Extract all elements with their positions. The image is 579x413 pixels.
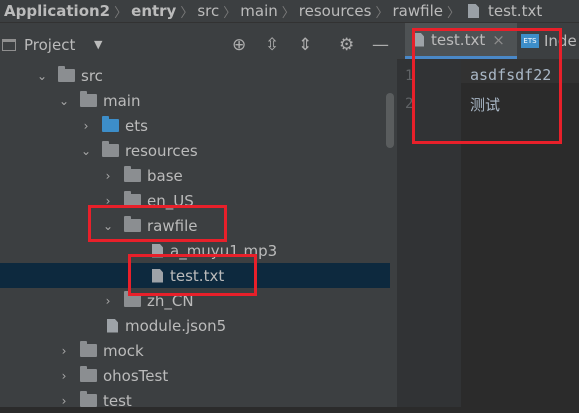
folder-icon (102, 141, 119, 157)
breadcrumb-separator: 〉 (446, 5, 460, 21)
tree-item-src[interactable]: ⌄ src (0, 63, 426, 88)
project-icon (2, 39, 16, 51)
chevron-down-icon[interactable]: ▼ (94, 38, 102, 51)
tree-item-ohostest[interactable]: › ohosTest (0, 363, 448, 388)
breadcrumb-separator: 〉 (281, 5, 295, 21)
folder-icon (124, 166, 141, 182)
json-file-icon (107, 318, 118, 333)
folder-icon (80, 341, 97, 357)
breadcrumb-item[interactable]: rawfile (389, 2, 447, 20)
minimize-icon[interactable]: — (372, 35, 389, 55)
tree-item-label: ohosTest (103, 366, 169, 385)
folder-icon (80, 366, 97, 382)
breadcrumb-item[interactable]: entry (127, 2, 180, 20)
source-folder-icon (102, 116, 119, 132)
chevron-right-icon[interactable]: › (102, 294, 114, 308)
folder-icon (58, 66, 75, 82)
chevron-down-icon[interactable]: ⌄ (36, 69, 48, 83)
chevron-right-icon[interactable]: › (58, 344, 70, 358)
breadcrumb-item[interactable]: test.txt (484, 2, 546, 20)
tree-scrollbar[interactable] (386, 93, 394, 148)
expand-all-icon[interactable]: ⇳ (265, 35, 279, 55)
breadcrumb-item[interactable]: Application2 (0, 2, 114, 20)
tree-item-label: resources (125, 141, 198, 160)
text-file-icon (468, 4, 479, 18)
tree-item-label: src (81, 66, 103, 85)
breadcrumb-item[interactable]: main (236, 2, 281, 20)
chevron-down-icon[interactable]: ⌄ (58, 94, 70, 108)
chevron-right-icon[interactable]: › (58, 369, 70, 383)
project-title[interactable]: Project (24, 36, 75, 54)
breadcrumb-separator: 〉 (180, 5, 194, 21)
tree-item-label: main (103, 91, 141, 110)
folder-icon (80, 391, 97, 407)
breadcrumb-item[interactable]: resources (295, 2, 376, 20)
tree-item-main[interactable]: ⌄ main (0, 88, 448, 113)
annotation-box (412, 28, 562, 144)
chevron-right-icon[interactable]: › (58, 394, 70, 408)
breadcrumb-separator: 〉 (223, 5, 237, 21)
tree-item-test[interactable]: › test (0, 388, 448, 413)
annotation-box (88, 205, 227, 242)
tree-item-label: mock (103, 341, 144, 360)
collapse-all-icon[interactable]: ⇕ (298, 35, 312, 55)
gear-icon[interactable]: ⚙ (339, 35, 354, 55)
breadcrumb-item[interactable]: src (193, 2, 223, 20)
folder-icon (80, 91, 97, 107)
annotation-box (128, 254, 257, 296)
tree-item-mock[interactable]: › mock (0, 338, 448, 363)
breadcrumb: Application2 〉 entry 〉 src 〉 main 〉 reso… (0, 0, 579, 23)
locate-icon[interactable]: ⊕ (232, 35, 246, 55)
chevron-down-icon[interactable]: ⌄ (80, 144, 92, 158)
tree-item-label: ets (125, 116, 148, 135)
chevron-right-icon[interactable]: › (102, 169, 114, 183)
breadcrumb-separator: 〉 (114, 5, 128, 21)
tree-item-label: base (147, 166, 183, 185)
breadcrumb-separator: 〉 (375, 5, 389, 21)
chevron-right-icon[interactable]: › (80, 119, 92, 133)
tree-item-label: module.json5 (125, 316, 227, 335)
